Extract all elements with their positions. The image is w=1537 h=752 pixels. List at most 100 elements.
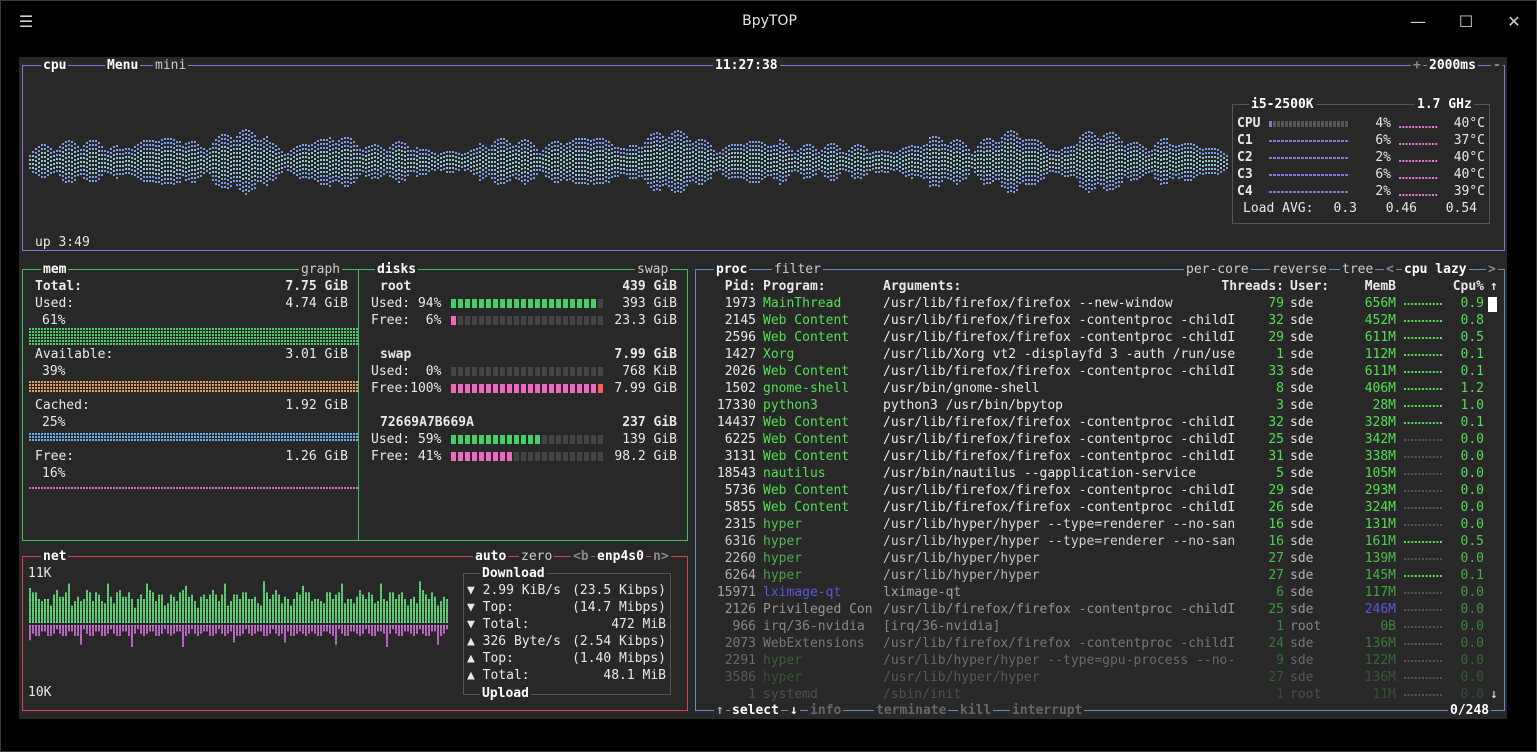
menu-button[interactable]: Menu: [105, 57, 141, 74]
close-icon[interactable]: ✕: [1499, 9, 1529, 35]
minimize-icon[interactable]: —: [1403, 9, 1433, 35]
process-row[interactable]: 966 irq/36-nvidia [irq/36-nvidia] 1 root 0B 0.…: [696, 618, 1496, 635]
arguments: lximage-qt: [883, 585, 962, 600]
threads: 24: [1268, 636, 1284, 651]
arguments: /usr/lib/firefox/firefox -contentproc -c…: [883, 330, 1236, 345]
maximize-icon[interactable]: ☐: [1451, 9, 1481, 35]
process-row[interactable]: 15971 lximage-qt lximage-qt 6 sde 117M 0.0: [696, 584, 1496, 601]
process-row[interactable]: 5736 Web Content/usr/lib/firefox/firefox …: [696, 482, 1496, 499]
swap-toggle[interactable]: swap: [635, 261, 671, 278]
process-row[interactable]: 17330 python3 python3 /usr/bin/bpytop 3 sde 2…: [696, 397, 1496, 414]
process-row[interactable]: 3131 Web Content/usr/lib/firefox/firefox …: [696, 448, 1496, 465]
info-button[interactable]: info: [808, 702, 844, 719]
process-row[interactable]: 2260 hyper/usr/lib/hyper/hyper 27 sde 139M 0.…: [696, 550, 1496, 567]
net-prev-button[interactable]: <b: [571, 548, 591, 565]
upload-label: Upload: [480, 685, 531, 702]
header-pid[interactable]: Pid:: [706, 278, 756, 295]
threads: 6: [1276, 585, 1284, 600]
process-row[interactable]: 6316 hyper/usr/lib/hyper/hyper --type=ren…: [696, 533, 1496, 550]
interrupt-button[interactable]: interrupt: [1010, 702, 1085, 719]
select-down-icon[interactable]: ↓: [788, 702, 800, 719]
process-row[interactable]: 2026 Web Content/usr/lib/firefox/firefox …: [696, 363, 1496, 380]
process-row[interactable]: 2315 hyper/usr/lib/hyper/hyper --type=ren…: [696, 516, 1496, 533]
select-button[interactable]: select: [730, 702, 781, 719]
process-row[interactable]: 6225 Web Content/usr/lib/firefox/firefox …: [696, 431, 1496, 448]
process-row[interactable]: 18543 nautilus/usr/bin/nautilus --gapplic…: [696, 465, 1496, 482]
proc-box: proc filter per-core reverse tree < cpu …: [695, 261, 1505, 719]
cpu-pct: 0.0: [1460, 653, 1484, 668]
mem-used-pct: 61%: [42, 313, 66, 328]
terminate-button[interactable]: terminate: [874, 702, 949, 719]
process-row[interactable]: 2145 Web Content/usr/lib/firefox/firefox …: [696, 312, 1496, 329]
memory: 611M: [1364, 364, 1396, 379]
cpu-box: cpu Menu mini 11:27:38 + 2000ms - up 3:4…: [22, 57, 1505, 251]
cpu-pct: 0.5: [1460, 330, 1484, 345]
cpu-pct: 0.0: [1460, 500, 1484, 515]
process-row[interactable]: 1973 MainThread/usr/lib/firefox/firefox -…: [696, 295, 1496, 312]
mem-graph-toggle[interactable]: graph: [299, 261, 343, 278]
swap-free-label: Free:100%: [371, 381, 442, 396]
process-row[interactable]: 14437 Web Content/usr/lib/firefox/firefox…: [696, 414, 1496, 431]
interval-plus-button[interactable]: +: [1411, 57, 1423, 74]
process-row[interactable]: 1 systemd/sbin/init 1 root 11M 0.0: [696, 686, 1496, 703]
memory: 246M: [1364, 602, 1396, 617]
process-row[interactable]: 1427 Xorg/usr/lib/Xorg vt2 -displayfd 3 -…: [696, 346, 1496, 363]
process-row[interactable]: 6264 hyper/usr/lib/hyper/hyper 27 sde 145M 0.…: [696, 567, 1496, 584]
user: sde: [1290, 551, 1314, 566]
sort-mode[interactable]: cpu lazy: [1402, 261, 1469, 278]
arguments: python3 /usr/bin/bpytop: [883, 398, 1064, 413]
core-usage-bar: [1269, 174, 1348, 176]
interval-minus-button[interactable]: -: [1491, 57, 1503, 74]
sort-prev-button[interactable]: <: [1384, 261, 1396, 278]
net-zero-toggle[interactable]: zero: [519, 548, 555, 565]
reverse-toggle[interactable]: reverse: [1270, 261, 1329, 278]
header-cpu[interactable]: Cpu%: [1436, 278, 1484, 295]
header-threads[interactable]: Threads:: [1206, 278, 1284, 295]
scroll-up-icon[interactable]: ↑: [1490, 278, 1498, 295]
disk-3-used-meter: [451, 435, 603, 444]
per-core-toggle[interactable]: per-core: [1184, 261, 1251, 278]
header-memb[interactable]: MemB: [1346, 278, 1396, 295]
net-auto-toggle[interactable]: auto: [473, 548, 509, 565]
memory: 122M: [1364, 653, 1396, 668]
process-row[interactable]: 5855 Web Content/usr/lib/firefox/firefox …: [696, 499, 1496, 516]
arguments: /usr/lib/firefox/firefox -contentproc -c…: [883, 449, 1236, 464]
process-row[interactable]: 2073 WebExtensions/usr/lib/firefox/firefo…: [696, 635, 1496, 652]
arguments: /usr/lib/hyper/hyper --type=renderer --n…: [883, 534, 1236, 549]
mem-cached-pct: 25%: [42, 415, 66, 430]
core-pct: 6%: [1375, 133, 1391, 148]
process-row[interactable]: 2126 Privileged Con/usr/lib/firefox/firef…: [696, 601, 1496, 618]
mem-free-graph: [29, 487, 358, 489]
footer-up-icon[interactable]: ↑: [714, 702, 726, 719]
pid: 15971: [716, 585, 756, 600]
disk-root-free-label: Free: 6%: [371, 313, 442, 328]
pid: 6316: [724, 534, 756, 549]
kill-button[interactable]: kill: [958, 702, 994, 719]
net-next-button[interactable]: n>: [651, 548, 671, 565]
load-avg-1: 0.3: [1333, 201, 1357, 216]
process-row[interactable]: 2291 hyper/usr/lib/hyper/hyper --type=gpu…: [696, 652, 1496, 669]
proc-filter[interactable]: filter: [772, 261, 823, 278]
tree-toggle[interactable]: tree: [1340, 261, 1376, 278]
header-program[interactable]: Program:: [763, 278, 826, 295]
process-row[interactable]: 2596 Web Content/usr/lib/firefox/firefox …: [696, 329, 1496, 346]
core-pct: 4%: [1375, 116, 1391, 131]
cpu-model: i5-2500K: [1249, 96, 1316, 113]
core-pct: 6%: [1375, 167, 1391, 182]
swap-used: 768 KiB: [622, 364, 677, 379]
process-row[interactable]: 1502 gnome-shell/usr/bin/gnome-shell 8 sde 4…: [696, 380, 1496, 397]
program: Web Content: [763, 364, 850, 379]
sort-next-button[interactable]: >: [1486, 261, 1498, 278]
disk-root-free-meter: [451, 316, 603, 325]
header-arguments[interactable]: Arguments:: [883, 278, 961, 295]
header-user[interactable]: User:: [1290, 278, 1329, 295]
scroll-down-icon[interactable]: ↓: [1490, 686, 1498, 703]
upload-top-label: ▲ Top:: [467, 651, 514, 666]
memory: 28M: [1372, 398, 1396, 413]
program: python3: [763, 398, 818, 413]
scrollbar-thumb[interactable]: [1488, 297, 1497, 312]
mini-toggle[interactable]: mini: [153, 57, 189, 74]
mem-total-label: Total:: [35, 279, 82, 294]
process-row[interactable]: 3586 hyper/usr/lib/hyper/hyper 27 sde 136M 0.…: [696, 669, 1496, 686]
cpu-pct: 0.1: [1460, 415, 1484, 430]
